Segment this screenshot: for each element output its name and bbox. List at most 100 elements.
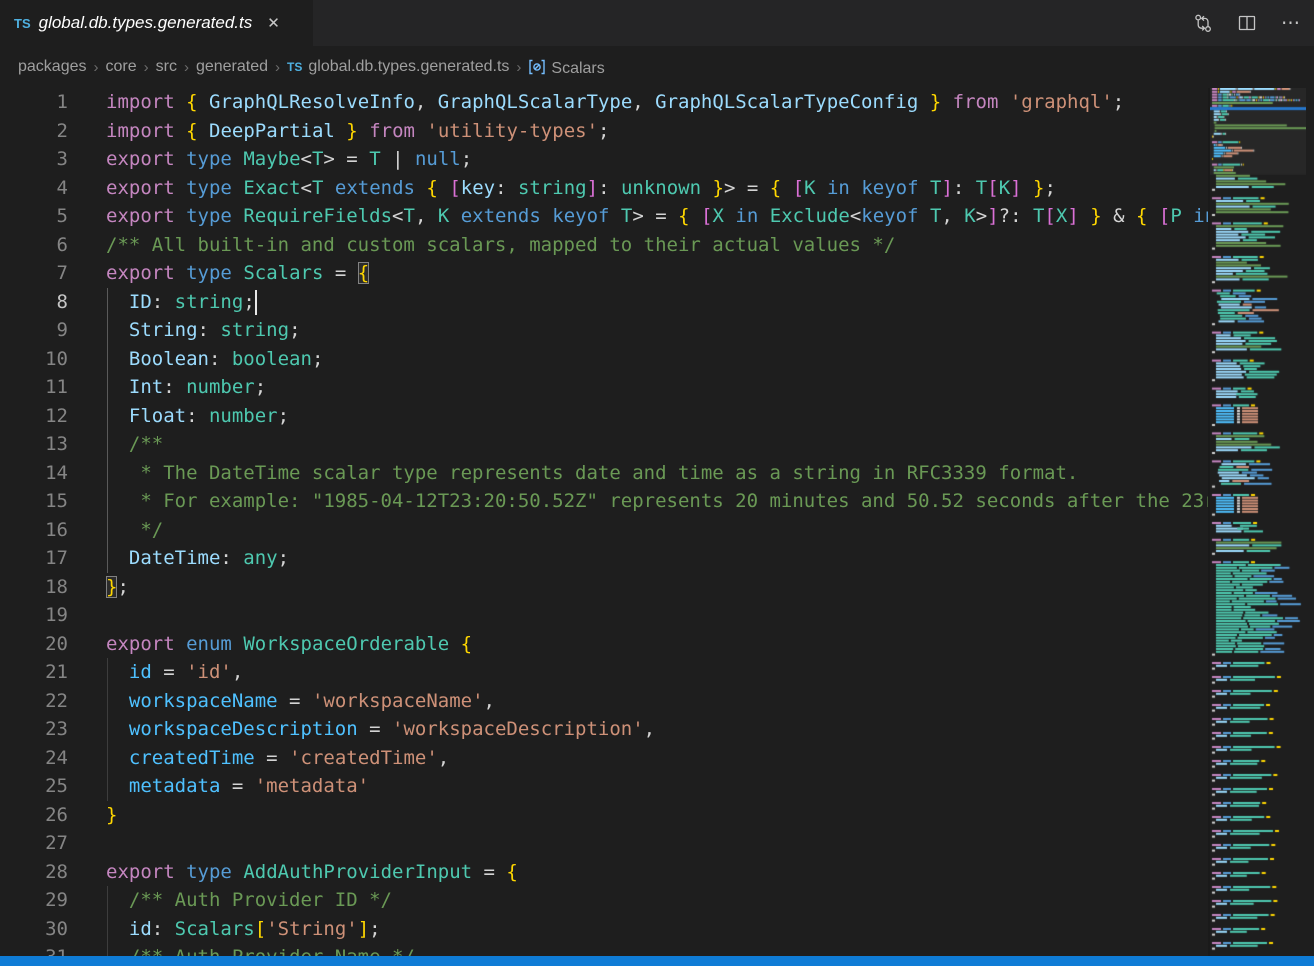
close-tab-icon[interactable]: ✕ (264, 14, 283, 33)
line-number: 23 (0, 715, 68, 744)
line-number: 30 (0, 915, 68, 944)
code-line[interactable]: 30 id: Scalars['String']; (0, 915, 1208, 944)
line-number: 6 (0, 231, 68, 260)
indent-guide (107, 772, 108, 801)
code-editor[interactable]: 1import { GraphQLResolveInfo, GraphQLSca… (0, 88, 1208, 956)
line-number: 17 (0, 544, 68, 573)
line-number: 12 (0, 402, 68, 431)
split-editor-icon[interactable] (1232, 8, 1262, 38)
line-content: /** All built-in and custom scalars, map… (106, 231, 1208, 260)
code-line[interactable]: 19 (0, 601, 1208, 630)
line-content: /** Auth Provider Name */ (106, 943, 1208, 956)
code-line[interactable]: 16 */ (0, 516, 1208, 545)
code-line[interactable]: 25 metadata = 'metadata' (0, 772, 1208, 801)
open-changes-icon[interactable] (1188, 8, 1218, 38)
code-line[interactable]: 21 id = 'id', (0, 658, 1208, 687)
code-line[interactable]: 29 /** Auth Provider ID */ (0, 886, 1208, 915)
symbol-type-icon (528, 59, 546, 75)
code-line[interactable]: 20export enum WorkspaceOrderable { (0, 630, 1208, 659)
code-line[interactable]: 7export type Scalars = { (0, 259, 1208, 288)
tab-global-db-types[interactable]: TS global.db.types.generated.ts ✕ (0, 0, 313, 46)
code-line[interactable]: 3 export type Maybe<T> = T | null; (0, 145, 1208, 174)
breadcrumb-item-file[interactable]: TSglobal.db.types.generated.ts (287, 58, 509, 76)
indent-guide (107, 487, 108, 516)
code-line[interactable]: 18}; (0, 573, 1208, 602)
breadcrumb-separator-icon: › (144, 59, 149, 76)
code-line[interactable]: 13 /** (0, 430, 1208, 459)
line-number: 24 (0, 744, 68, 773)
indent-guide (107, 886, 108, 915)
code-line[interactable]: 10 Boolean: boolean; (0, 345, 1208, 374)
line-number: 11 (0, 373, 68, 402)
code-line[interactable]: 17 DateTime: any; (0, 544, 1208, 573)
line-content: /** Auth Provider ID */ (106, 886, 1208, 915)
code-line[interactable]: 4export type Exact<T extends { [key: str… (0, 174, 1208, 203)
line-number: 26 (0, 801, 68, 830)
line-number: 5 (0, 202, 68, 231)
line-content: } (106, 801, 1208, 830)
code-line[interactable]: 28export type AddAuthProviderInput = { (0, 858, 1208, 887)
line-number: 2 (0, 117, 68, 146)
line-content: * The DateTime scalar type represents da… (106, 459, 1208, 488)
breadcrumb-item-generated[interactable]: generated (196, 58, 268, 76)
indent-guide (107, 402, 108, 431)
line-content: export type Exact<T extends { [key: stri… (106, 174, 1208, 203)
code-line[interactable]: 31 /** Auth Provider Name */ (0, 943, 1208, 956)
breadcrumb-item-src[interactable]: src (156, 58, 177, 76)
code-line[interactable]: 5 export type RequireFields<T, K extends … (0, 202, 1208, 231)
breadcrumb-separator-icon: › (184, 59, 189, 76)
code-line[interactable]: 9 String: string; (0, 316, 1208, 345)
line-number: 21 (0, 658, 68, 687)
editor-actions: ⋯ (1188, 0, 1308, 46)
vscode-window: TS global.db.types.generated.ts ✕ ⋯ pack… (0, 0, 1314, 966)
code-line[interactable]: 27 (0, 829, 1208, 858)
indent-guide (107, 288, 108, 317)
line-content: export type RequireFields<T, K extends k… (106, 202, 1208, 231)
line-number: 20 (0, 630, 68, 659)
indent-guide (107, 744, 108, 773)
code-line[interactable]: 12 Float: number; (0, 402, 1208, 431)
code-line[interactable]: 14 * The DateTime scalar type represents… (0, 459, 1208, 488)
tab-bar: TS global.db.types.generated.ts ✕ (0, 0, 1314, 46)
line-content: ID: string; (106, 288, 1208, 317)
code-line[interactable]: 2import { DeepPartial } from 'utility-ty… (0, 117, 1208, 146)
minimap-canvas[interactable] (1210, 88, 1306, 956)
code-line[interactable]: 15 * For example: "1985-04-12T23:20:50.5… (0, 487, 1208, 516)
code-line[interactable]: 11 Int: number; (0, 373, 1208, 402)
line-content: export type Scalars = { (106, 259, 1208, 288)
code-line[interactable]: 24 createdTime = 'createdTime', (0, 744, 1208, 773)
line-content (106, 601, 1208, 630)
code-line[interactable]: 22 workspaceName = 'workspaceName', (0, 687, 1208, 716)
line-number: 10 (0, 345, 68, 374)
line-number: 18 (0, 573, 68, 602)
status-bar (0, 956, 1314, 966)
code-line[interactable]: 26} (0, 801, 1208, 830)
tab-title: global.db.types.generated.ts (39, 13, 253, 33)
line-content: Int: number; (106, 373, 1208, 402)
indent-guide (107, 430, 108, 459)
line-content: * For example: "1985-04-12T23:20:50.52Z"… (106, 487, 1208, 516)
line-number: 8 (0, 288, 68, 317)
code-line[interactable]: 8 ID: string; (0, 288, 1208, 317)
breadcrumb-item-packages[interactable]: packages (18, 58, 87, 76)
line-number: 28 (0, 858, 68, 887)
line-number: 1 (0, 88, 68, 117)
line-number: 3 (0, 145, 68, 174)
indent-guide (107, 544, 108, 573)
line-number: 14 (0, 459, 68, 488)
line-content: Boolean: boolean; (106, 345, 1208, 374)
overview-ruler[interactable] (1306, 88, 1314, 956)
breadcrumb-item-core[interactable]: core (106, 58, 137, 76)
indent-guide (107, 915, 108, 944)
line-number: 16 (0, 516, 68, 545)
breadcrumb-item-symbol[interactable]: Scalars (528, 57, 604, 78)
more-actions-icon[interactable]: ⋯ (1276, 8, 1306, 38)
code-line[interactable]: 23 workspaceDescription = 'workspaceDesc… (0, 715, 1208, 744)
breadcrumb: packages›core›src›generated›TSglobal.db.… (0, 46, 1314, 88)
code-line[interactable]: 1import { GraphQLResolveInfo, GraphQLSca… (0, 88, 1208, 117)
breadcrumb-separator-icon: › (275, 59, 280, 76)
code-line[interactable]: 6 /** All built-in and custom scalars, ma… (0, 231, 1208, 260)
line-content: export type Maybe<T> = T | null; (106, 145, 1208, 174)
indent-guide (107, 373, 108, 402)
line-content: String: string; (106, 316, 1208, 345)
